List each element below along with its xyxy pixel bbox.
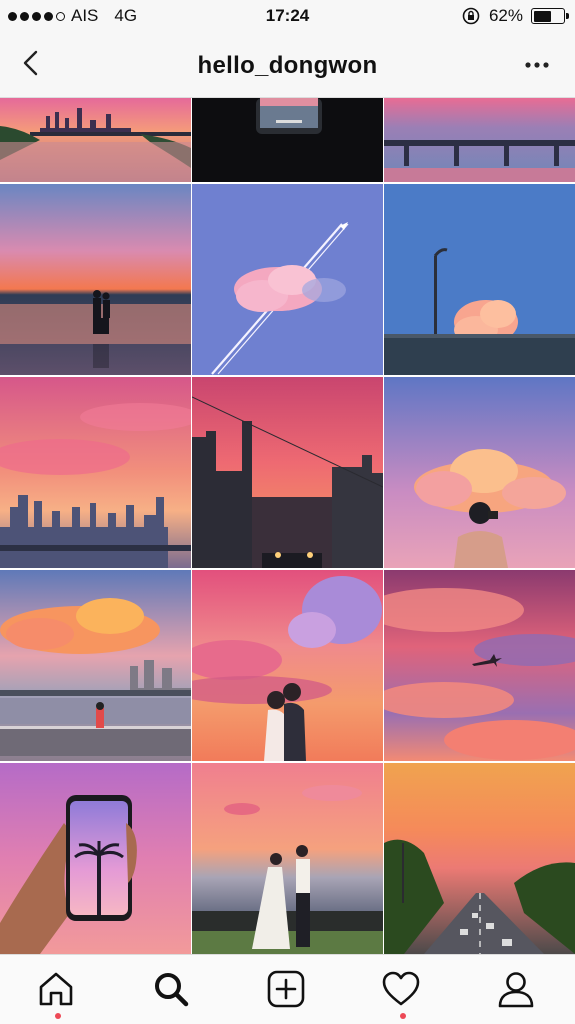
- tab-profile[interactable]: [496, 969, 540, 1013]
- home-notification-dot: [55, 1013, 61, 1019]
- grid-photo-bridge-pink-sky[interactable]: [384, 98, 575, 182]
- grid-photo-street-buildings-sunset[interactable]: [192, 377, 383, 568]
- tab-search[interactable]: [151, 969, 195, 1013]
- bottom-tab-bar: [0, 954, 575, 1024]
- orientation-lock-icon: [462, 7, 480, 25]
- grid-photo-man-photographing-cloud[interactable]: [384, 377, 575, 568]
- grid-photo-highway-orange-sky[interactable]: [384, 763, 575, 954]
- grid-photo-hand-holding-phone-palm[interactable]: [0, 763, 191, 954]
- heart-icon: [382, 971, 420, 1006]
- more-horizontal-icon: [525, 62, 549, 68]
- search-icon: [155, 973, 189, 1007]
- grid-photo-phone-on-dark[interactable]: [192, 98, 383, 182]
- grid-photo-pink-cloud-airplane-trail[interactable]: [192, 184, 383, 375]
- status-bar: AIS 4G 17:24 62%: [0, 0, 575, 32]
- photo-grid: [0, 98, 575, 954]
- grid-photo-streetlight-pink-cloud[interactable]: [384, 184, 575, 375]
- grid-photo-couple-kissing-sunset[interactable]: [192, 570, 383, 761]
- grid-photo-airplane-magenta-sky[interactable]: [384, 570, 575, 761]
- nav-bar: hello_dongwon: [0, 32, 575, 98]
- battery-level: [533, 10, 552, 22]
- activity-notification-dot: [400, 1013, 406, 1019]
- status-right: 62%: [461, 6, 569, 26]
- profile-icon: [498, 972, 534, 1008]
- tab-home[interactable]: [36, 969, 80, 1019]
- grid-photo-city-river-sunset[interactable]: [0, 98, 191, 182]
- add-post-icon: [267, 970, 305, 1008]
- tab-add-post[interactable]: [266, 969, 310, 1013]
- grid-photo-couple-wedding-beach[interactable]: [192, 763, 383, 954]
- profile-username-title: hello_dongwon: [197, 52, 378, 79]
- more-options-button[interactable]: [519, 52, 555, 78]
- grid-photo-riverside-orange-clouds[interactable]: [0, 570, 191, 761]
- battery-icon: [531, 8, 569, 24]
- battery-percent: 62%: [488, 6, 523, 25]
- tab-activity[interactable]: [381, 969, 425, 1019]
- grid-photo-skyline-pink-clouds[interactable]: [0, 377, 191, 568]
- home-icon: [39, 972, 73, 1006]
- grid-photo-couple-beach-silhouette[interactable]: [0, 184, 191, 375]
